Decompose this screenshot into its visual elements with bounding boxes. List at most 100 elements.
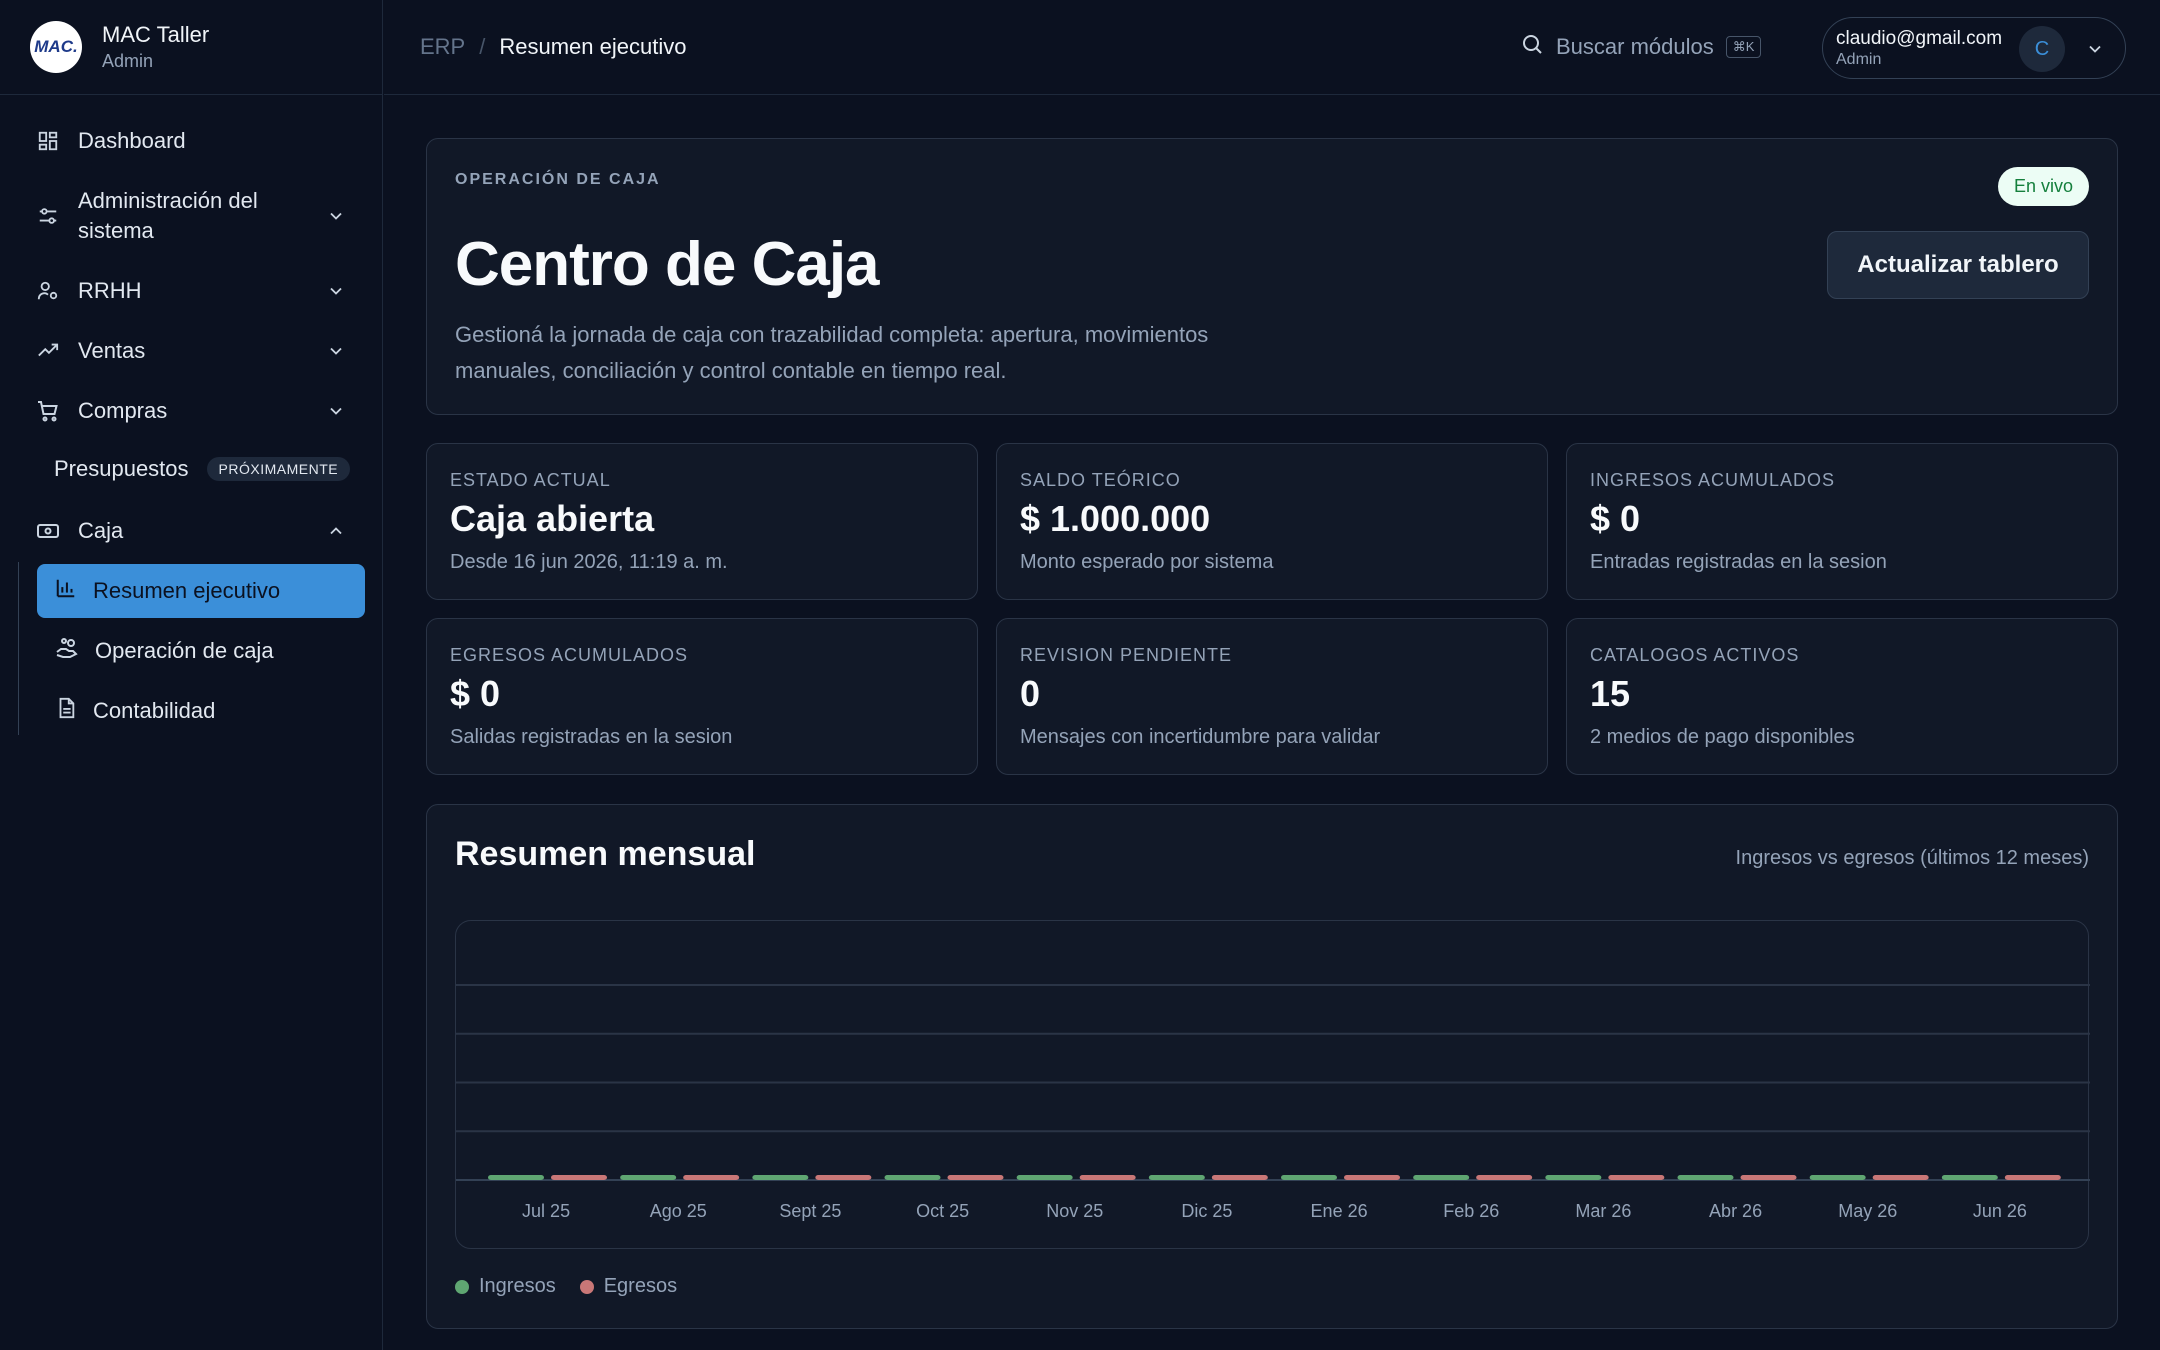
sidebar-subitem-operacion-de-caja[interactable]: Operación de caja	[37, 624, 365, 678]
search-label: Buscar módulos	[1556, 34, 1714, 59]
legend-item-egresos[interactable]: Egresos	[579, 1275, 678, 1298]
sidebar-item-label: Ventas	[78, 338, 146, 363]
brand-name: MAC Taller	[102, 22, 210, 47]
stat-card-estado-actual: ESTADO ACTUAL Caja abierta Desde 16 jun …	[426, 443, 978, 600]
sidebar-item-rrhh[interactable]: RRHH	[36, 276, 346, 306]
file-text-icon	[55, 697, 77, 725]
chevron-down-icon	[2085, 39, 2105, 59]
sidebar-subitem-label: Contabilidad	[93, 698, 216, 723]
x-tick-label: Abr 26	[1709, 1201, 1762, 1221]
search-icon	[1520, 32, 1544, 62]
stat-subtext: 2 medios de pago disponibles	[1590, 726, 1855, 748]
sidebar-subitem-contabilidad[interactable]: Contabilidad	[37, 684, 365, 738]
bar-egresos-1[interactable]	[683, 1175, 740, 1180]
sidebar-item-dashboard[interactable]: Dashboard	[36, 126, 346, 156]
stat-card-egresos-acumulados: EGRESOS ACUMULADOS $ 0 Salidas registrad…	[426, 618, 978, 775]
stat-value: 0	[1020, 673, 1041, 714]
x-tick-label: Ago 25	[650, 1201, 707, 1221]
x-tick-label: Feb 26	[1443, 1201, 1499, 1221]
bar-egresos-4[interactable]	[1079, 1175, 1136, 1180]
cart-icon	[36, 399, 60, 423]
user-menu[interactable]: claudio@gmail.com Admin C	[1822, 17, 2126, 79]
bar-egresos-9[interactable]	[1740, 1175, 1797, 1180]
stat-card-revision-pendiente: REVISION PENDIENTE 0 Mensajes con incert…	[996, 618, 1548, 775]
sidebar-item-label: Dashboard	[78, 128, 186, 153]
sidebar-item-ventas[interactable]: Ventas	[36, 336, 346, 366]
bar-egresos-11[interactable]	[2004, 1175, 2061, 1180]
bar-ingresos-4[interactable]	[1016, 1175, 1073, 1180]
bar-egresos-3[interactable]	[947, 1175, 1004, 1180]
bar-ingresos-8[interactable]	[1545, 1175, 1602, 1180]
x-tick-label: Oct 25	[916, 1201, 969, 1221]
monthly-bar-chart: Jul 25 Ago 25 Sept 25 Oct 25 Nov 25 Dic 25 Ene…	[456, 984, 2090, 1221]
chevron-down-icon[interactable]	[326, 206, 346, 226]
bar-egresos-10[interactable]	[1872, 1175, 1929, 1180]
bar-ingresos-5[interactable]	[1148, 1175, 1205, 1180]
bar-chart-icon	[55, 577, 77, 605]
bar-ingresos-3[interactable]	[884, 1175, 941, 1180]
bar-ingresos-0[interactable]	[488, 1175, 544, 1180]
sidebar-item-caja[interactable]: Caja	[36, 516, 346, 546]
sidebar-item-administracion[interactable]: Administración del sistema	[36, 186, 346, 246]
search-button[interactable]: Buscar módulos ⌘K	[1520, 32, 1762, 62]
dashboard-icon	[36, 129, 60, 153]
coming-soon-badge: PRÓXIMAMENTE	[206, 457, 351, 481]
breadcrumb: ERP / Resumen ejecutivo	[420, 34, 686, 60]
sidebar: MAC. MAC Taller Admin Dashboard Administ…	[0, 0, 383, 1350]
refresh-dashboard-button[interactable]: Actualizar tablero	[1827, 231, 2089, 299]
bar-ingresos-6[interactable]	[1281, 1175, 1337, 1180]
stat-label: SALDO TEÓRICO	[1020, 470, 1181, 490]
x-tick-label: Mar 26	[1575, 1201, 1631, 1221]
x-tick-label: Sept 25	[779, 1201, 841, 1221]
bar-ingresos-10[interactable]	[1809, 1175, 1866, 1180]
chevron-down-icon[interactable]	[326, 401, 346, 421]
stat-value: 15	[1590, 673, 1631, 714]
breadcrumb-separator: /	[479, 34, 486, 59]
sidebar-subitem-resumen-ejecutivo[interactable]: Resumen ejecutivo	[37, 564, 365, 618]
x-tick-label: Jul 25	[522, 1201, 570, 1221]
user-role: Admin	[1836, 51, 1882, 68]
user-email: claudio@gmail.com	[1836, 28, 2003, 49]
stat-subtext: Desde 16 jun 2026, 11:19 a. m.	[450, 551, 728, 573]
hero-eyebrow: OPERACIÓN DE CAJA	[455, 171, 661, 188]
x-tick-label: Ene 26	[1311, 1201, 1368, 1221]
topbar: ERP / Resumen ejecutivo Buscar módulos ⌘…	[384, 0, 2160, 95]
bar-ingresos-2[interactable]	[752, 1175, 809, 1180]
bar-ingresos-9[interactable]	[1677, 1175, 1734, 1180]
sidebar-item-label: Administración del sistema	[78, 188, 258, 243]
bar-ingresos-7[interactable]	[1413, 1175, 1470, 1180]
stat-card-ingresos-acumulados: INGRESOS ACUMULADOS $ 0 Entradas registr…	[1566, 443, 2118, 600]
hero-description: Gestioná la jornada de caja con trazabil…	[455, 322, 1209, 383]
x-tick-label: Dic 25	[1181, 1201, 1232, 1221]
stat-subtext: Mensajes con incertidumbre para validar	[1020, 726, 1381, 748]
bar-egresos-8[interactable]	[1608, 1175, 1665, 1180]
stat-card-saldo-teorico: SALDO TEÓRICO $ 1.000.000 Monto esperado…	[996, 443, 1548, 600]
bar-egresos-0[interactable]	[551, 1175, 607, 1180]
search-shortcut: ⌘K	[1725, 36, 1762, 58]
stat-subtext: Entradas registradas en la sesion	[1590, 551, 1887, 573]
chevron-down-icon[interactable]	[326, 281, 346, 301]
sidebar-item-compras[interactable]: Compras	[36, 396, 346, 426]
bar-egresos-6[interactable]	[1344, 1175, 1400, 1180]
stat-label: REVISION PENDIENTE	[1020, 645, 1233, 665]
sidebar-item-presupuestos[interactable]: Presupuestos PRÓXIMAMENTE	[54, 456, 364, 482]
stat-label: EGRESOS ACUMULADOS	[450, 645, 689, 665]
banknote-icon	[36, 519, 60, 543]
bar-egresos-5[interactable]	[1211, 1175, 1268, 1180]
chart-frame: Jul 25 Ago 25 Sept 25 Oct 25 Nov 25 Dic 25 Ene…	[455, 920, 2090, 1249]
bar-ingresos-11[interactable]	[1941, 1175, 1998, 1180]
chart-legend: Ingresos Egresos	[455, 1275, 701, 1298]
bar-egresos-2[interactable]	[815, 1175, 872, 1180]
stat-card-catalogos-activos: CATALOGOS ACTIVOS 15 2 medios de pago di…	[1566, 618, 2118, 775]
bar-egresos-7[interactable]	[1476, 1175, 1533, 1180]
legend-label: Egresos	[603, 1275, 678, 1297]
chevron-up-icon[interactable]	[326, 521, 346, 541]
breadcrumb-root[interactable]: ERP	[420, 34, 465, 60]
stat-subtext: Salidas registradas en la sesion	[450, 726, 733, 748]
stat-value: $ 1.000.000	[1020, 498, 1211, 539]
chevron-down-icon[interactable]	[326, 341, 346, 361]
bar-ingresos-1[interactable]	[620, 1175, 677, 1180]
breadcrumb-current: Resumen ejecutivo	[499, 34, 687, 59]
legend-item-ingresos[interactable]: Ingresos	[455, 1275, 556, 1298]
hand-coins-icon	[55, 636, 79, 666]
